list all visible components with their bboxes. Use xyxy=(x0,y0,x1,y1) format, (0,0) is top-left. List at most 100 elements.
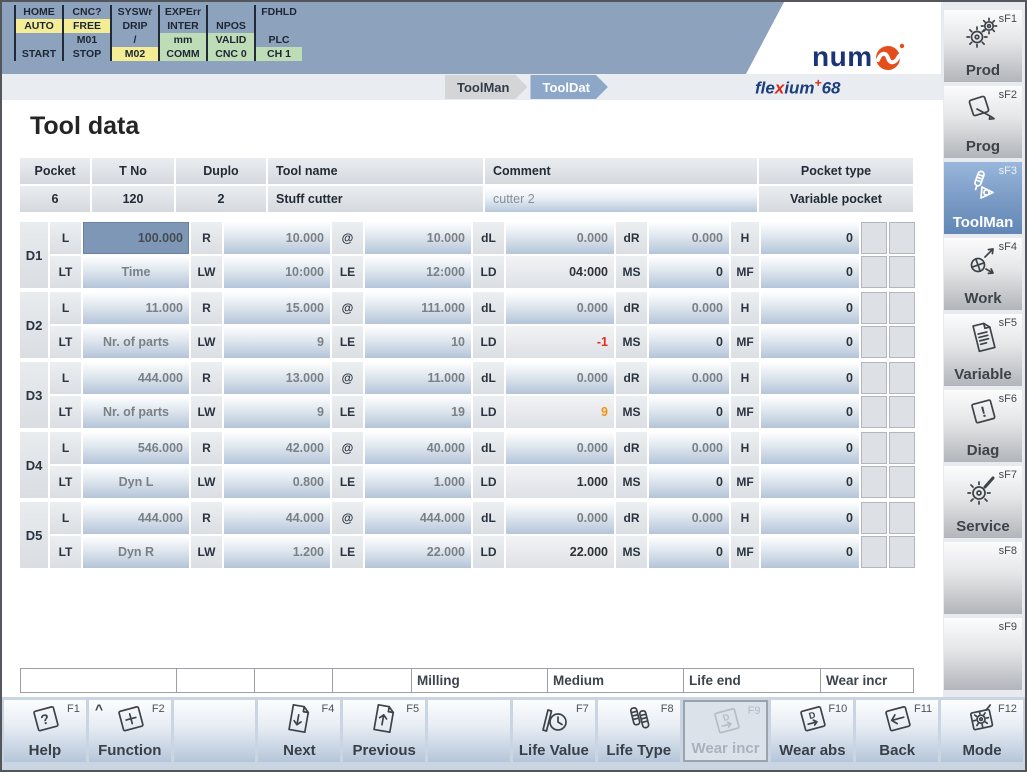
cell-d2-r[interactable]: 15.000 xyxy=(224,292,330,324)
bottom-status-row: MillingMediumLife endWear incr xyxy=(20,668,914,693)
cell-d1-ld[interactable]: 04:000 xyxy=(506,256,614,288)
param-label-le: LE xyxy=(332,536,363,568)
param-label-lw: LW xyxy=(191,396,222,428)
cell-d2-le[interactable]: 10 xyxy=(365,326,471,358)
skey-sf9[interactable]: sF9 xyxy=(944,618,1022,690)
cell-d5-mf[interactable]: 0 xyxy=(761,536,859,568)
cell-d2-dr[interactable]: 0.000 xyxy=(649,292,729,324)
cell-d4-mf[interactable]: 0 xyxy=(761,466,859,498)
fkey-back[interactable]: BackF11 xyxy=(856,700,938,762)
cell-d4-lt[interactable]: Dyn L xyxy=(83,466,189,498)
cell-d5-dr[interactable]: 0.000 xyxy=(649,502,729,534)
cell-d1-l[interactable]: 100.000 xyxy=(83,222,189,254)
cell-d2-dl[interactable]: 0.000 xyxy=(506,292,614,324)
cell-d5-h[interactable]: 0 xyxy=(761,502,859,534)
cell-d2-ms[interactable]: 0 xyxy=(649,326,729,358)
skey-variable[interactable]: VariablesF5 xyxy=(944,314,1022,386)
cell-d2-ld[interactable]: -1 xyxy=(506,326,614,358)
cell-d1-le[interactable]: 12:000 xyxy=(365,256,471,288)
skey-sf8[interactable]: sF8 xyxy=(944,542,1022,614)
fkey-mode[interactable]: ModeF12 xyxy=(941,700,1023,762)
skey-service[interactable]: ServicesF7 xyxy=(944,466,1022,538)
cell-d2-mf[interactable]: 0 xyxy=(761,326,859,358)
status--: / xyxy=(110,33,158,47)
cell-d5-lw[interactable]: 1.200 xyxy=(224,536,330,568)
cell-d1-lt[interactable]: Time xyxy=(83,256,189,288)
cell-d4-ms[interactable]: 0 xyxy=(649,466,729,498)
cell-d2--[interactable]: 111.000 xyxy=(365,292,471,324)
key-number: F9 xyxy=(748,705,761,717)
cell-d4-lw[interactable]: 0.800 xyxy=(224,466,330,498)
cell-d4-h[interactable]: 0 xyxy=(761,432,859,464)
cell-d1-mf[interactable]: 0 xyxy=(761,256,859,288)
breadcrumb-toolman[interactable]: ToolMan xyxy=(445,75,527,99)
next-icon xyxy=(281,703,317,740)
fkey-wear-abs[interactable]: DWear absF10 xyxy=(771,700,853,762)
cell-d1-r[interactable]: 10.000 xyxy=(224,222,330,254)
cell-d4-ld[interactable]: 1.000 xyxy=(506,466,614,498)
param-label-le: LE xyxy=(332,326,363,358)
cell-d5-ms[interactable]: 0 xyxy=(649,536,729,568)
status-field-empty xyxy=(176,668,255,693)
cell-d5-dl[interactable]: 0.000 xyxy=(506,502,614,534)
submenu-caret: ^ xyxy=(95,701,103,717)
fkey-next[interactable]: NextF4 xyxy=(258,700,340,762)
param-label-dr: dR xyxy=(616,222,647,254)
skey-prog[interactable]: ProgsF2 xyxy=(944,86,1022,158)
cell-d1-lw[interactable]: 10:000 xyxy=(224,256,330,288)
key-number: sF3 xyxy=(999,165,1017,177)
skey-prod[interactable]: ProdsF1 xyxy=(944,10,1022,82)
cell-d4-dl[interactable]: 0.000 xyxy=(506,432,614,464)
spare-cell xyxy=(889,502,915,534)
cell-d4-dr[interactable]: 0.000 xyxy=(649,432,729,464)
machine-status-panel: HOMECNC?SYSWrEXPErrFDHLDAUTOFREEDRIPINTE… xyxy=(14,5,302,61)
key-number: sF2 xyxy=(999,89,1017,101)
cell-d2-l[interactable]: 11.000 xyxy=(83,292,189,324)
cell-d4--[interactable]: 40.000 xyxy=(365,432,471,464)
cell-d1-dl[interactable]: 0.000 xyxy=(506,222,614,254)
cell-d1--[interactable]: 10.000 xyxy=(365,222,471,254)
cell-d1-ms[interactable]: 0 xyxy=(649,256,729,288)
cell-d3--[interactable]: 11.000 xyxy=(365,362,471,394)
cell-d3-ms[interactable]: 0 xyxy=(649,396,729,428)
cell-d2-lt[interactable]: Nr. of parts xyxy=(83,326,189,358)
fkey-life-value[interactable]: Life ValueF7 xyxy=(513,700,595,762)
cell-d4-r[interactable]: 42.000 xyxy=(224,432,330,464)
status-valid: VALID xyxy=(206,33,254,47)
fkey-previous[interactable]: PreviousF5 xyxy=(343,700,425,762)
cell-d3-dl[interactable]: 0.000 xyxy=(506,362,614,394)
cell-d5-l[interactable]: 444.000 xyxy=(83,502,189,534)
cell-d2-h[interactable]: 0 xyxy=(761,292,859,324)
cell-d3-lw[interactable]: 9 xyxy=(224,396,330,428)
cell-d5-lt[interactable]: Dyn R xyxy=(83,536,189,568)
cell-d3-l[interactable]: 444.000 xyxy=(83,362,189,394)
breadcrumb-tooldat[interactable]: ToolDat xyxy=(530,75,607,99)
cell-d4-l[interactable]: 546.000 xyxy=(83,432,189,464)
col-value-comment[interactable]: cutter 2 xyxy=(485,186,757,212)
cell-d4-le[interactable]: 1.000 xyxy=(365,466,471,498)
spare-cell xyxy=(861,466,887,498)
cell-d5-r[interactable]: 44.000 xyxy=(224,502,330,534)
cell-d1-dr[interactable]: 0.000 xyxy=(649,222,729,254)
fkey-empty[interactable] xyxy=(428,700,510,762)
cell-d1-h[interactable]: 0 xyxy=(761,222,859,254)
fkey-life-type[interactable]: Life TypeF8 xyxy=(598,700,680,762)
cell-d5-le[interactable]: 22.000 xyxy=(365,536,471,568)
cell-d3-mf[interactable]: 0 xyxy=(761,396,859,428)
skey-toolman[interactable]: ToolMansF3 xyxy=(944,162,1022,234)
cell-d3-dr[interactable]: 0.000 xyxy=(649,362,729,394)
fkey-function[interactable]: ^FunctionF2 xyxy=(89,700,171,762)
cell-d3-lt[interactable]: Nr. of parts xyxy=(83,396,189,428)
cell-d3-h[interactable]: 0 xyxy=(761,362,859,394)
cell-d2-lw[interactable]: 9 xyxy=(224,326,330,358)
cell-d3-r[interactable]: 13.000 xyxy=(224,362,330,394)
skey-work[interactable]: WorksF4 xyxy=(944,238,1022,310)
cell-d5--[interactable]: 444.000 xyxy=(365,502,471,534)
fkey-empty[interactable] xyxy=(174,700,256,762)
fkey-help[interactable]: ?HelpF1 xyxy=(4,700,86,762)
cell-d3-ld[interactable]: 9 xyxy=(506,396,614,428)
cell-d3-le[interactable]: 19 xyxy=(365,396,471,428)
skey-diag[interactable]: !DiagsF6 xyxy=(944,390,1022,462)
cell-d5-ld[interactable]: 22.000 xyxy=(506,536,614,568)
spare-cell xyxy=(889,536,915,568)
